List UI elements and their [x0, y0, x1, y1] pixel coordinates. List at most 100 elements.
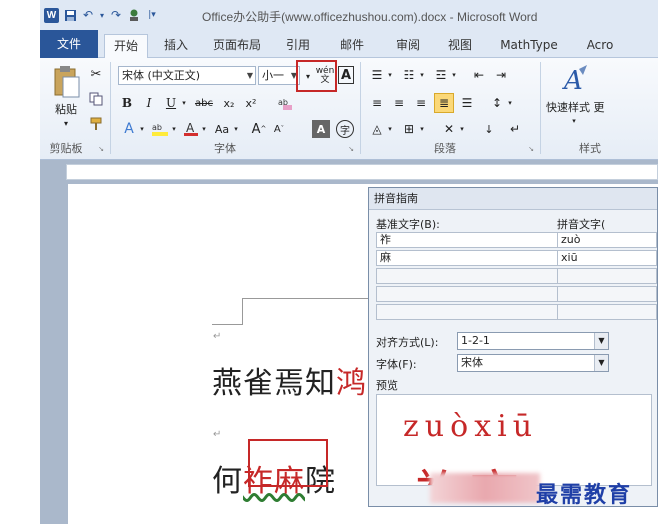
document-line-1[interactable]: 燕雀焉知鸿	[212, 358, 367, 402]
tab-review[interactable]: 审阅	[390, 34, 426, 58]
numbering-dropdown-icon[interactable]: ▾	[418, 68, 426, 82]
bold-button[interactable]: B	[120, 94, 134, 112]
base-text-field-5[interactable]	[376, 304, 558, 320]
redo-icon[interactable]: ↷	[109, 8, 123, 22]
line-spacing-icon[interactable]: ↕	[488, 94, 506, 112]
bullets-icon[interactable]: ☰	[368, 66, 386, 84]
base-text-field-3[interactable]	[376, 268, 558, 284]
font-name-combo[interactable]: 宋体 (中文正文) ▼	[118, 66, 256, 85]
align-center-icon[interactable]: ≡	[390, 94, 408, 112]
ruby-text-field-2[interactable]: xiū	[557, 250, 657, 266]
line-spacing-dropdown-icon[interactable]: ▾	[506, 96, 514, 110]
decrease-indent-icon[interactable]: ⇤	[470, 66, 488, 84]
copy-icon[interactable]	[88, 91, 104, 107]
enclose-characters-icon[interactable]: 字	[336, 120, 354, 138]
ruby-text-field-4[interactable]	[557, 286, 657, 302]
text-effects-icon[interactable]: A	[120, 120, 138, 138]
align-left-icon[interactable]: ≡	[368, 94, 386, 112]
alignment-dropdown-icon[interactable]: ▼	[594, 333, 608, 349]
tab-file[interactable]: 文件	[40, 30, 98, 58]
font-color-dropdown-icon[interactable]: ▾	[200, 122, 208, 136]
highlight-color-icon[interactable]: ab	[150, 120, 170, 138]
format-painter-icon[interactable]	[88, 116, 104, 132]
clipboard-launcher-icon[interactable]: ↘	[96, 144, 106, 154]
subscript-button[interactable]: x₂	[220, 94, 238, 112]
shading-icon[interactable]: ◬	[368, 120, 386, 138]
base-text-field-1[interactable]: 祚	[376, 232, 558, 248]
preview-pinyin: zuòxiū	[403, 409, 539, 444]
paste-dropdown-icon[interactable]: ▾	[58, 118, 74, 128]
numbering-icon[interactable]: ☷	[400, 66, 418, 84]
qat-dropdown-icon[interactable]: |▾	[145, 8, 159, 22]
increase-indent-icon[interactable]: ⇥	[492, 66, 510, 84]
base-text-field-4[interactable]	[376, 286, 558, 302]
character-border-button[interactable]: A	[338, 66, 354, 84]
paste-icon[interactable]	[46, 62, 86, 102]
text-effects-dropdown-icon[interactable]: ▾	[138, 122, 146, 136]
justify-icon[interactable]: ≣	[434, 93, 454, 113]
underline-dropdown-icon[interactable]: ▾	[180, 96, 188, 110]
font-size-combo[interactable]: 小一 ▼	[258, 66, 300, 85]
underline-button[interactable]: U	[164, 94, 178, 112]
ruby-text-field-1[interactable]: zuò	[557, 232, 657, 248]
borders-dropdown-icon[interactable]: ▾	[418, 122, 426, 136]
font-color-icon[interactable]: A	[182, 120, 200, 138]
font-select[interactable]: 宋体 ▼	[457, 354, 609, 372]
sort-icon[interactable]: ↓	[480, 120, 498, 138]
strikethrough-button[interactable]: abc	[192, 94, 216, 112]
ruby-text-field-5[interactable]	[557, 304, 657, 320]
tab-references[interactable]: 引用	[280, 34, 316, 58]
tab-mailings[interactable]: 邮件	[334, 34, 370, 58]
grow-font-button[interactable]: A ^	[250, 120, 268, 138]
customize-icon[interactable]	[127, 8, 141, 22]
save-icon[interactable]	[63, 8, 77, 22]
ruby-text-label: 拼音文字(	[557, 218, 606, 231]
superscript-button[interactable]: x²	[242, 94, 260, 112]
paragraph-launcher-icon[interactable]: ↘	[526, 144, 536, 154]
dialog-title: 拼音指南	[369, 188, 657, 210]
change-case-dropdown-icon[interactable]: ▾	[232, 122, 240, 136]
group-divider	[540, 62, 541, 154]
tab-acrobat[interactable]: Acro	[580, 34, 620, 58]
italic-button[interactable]: I	[142, 94, 156, 112]
quick-styles-icon[interactable]: A	[560, 64, 590, 96]
svg-text:A: A	[186, 121, 195, 135]
shrink-font-label: A	[273, 123, 281, 135]
cut-icon[interactable]: ✂	[88, 66, 104, 82]
show-marks-icon[interactable]: ↵	[506, 120, 524, 138]
shrink-font-button[interactable]: Aˇ	[270, 120, 288, 138]
undo-dropdown-icon[interactable]: ▾	[99, 8, 105, 22]
align-right-icon[interactable]: ≡	[412, 94, 430, 112]
paste-button[interactable]: 粘贴	[50, 102, 82, 116]
horizontal-ruler[interactable]	[66, 164, 658, 180]
tab-page-layout[interactable]: 页面布局	[208, 34, 266, 58]
highlight-dropdown-icon[interactable]: ▾	[170, 122, 178, 136]
tab-view[interactable]: 视图	[442, 34, 478, 58]
undo-icon[interactable]: ↶	[81, 8, 95, 22]
quick-styles-button[interactable]: 快速样式 更	[546, 100, 658, 114]
base-text-field-2[interactable]: 麻	[376, 250, 558, 266]
chinese-layout-icon[interactable]: ✕	[440, 120, 458, 138]
font-name-dropdown-icon[interactable]: ▼	[247, 67, 253, 84]
multilevel-list-icon[interactable]: ☲	[432, 66, 450, 84]
multilevel-dropdown-icon[interactable]: ▾	[450, 68, 458, 82]
shading-dropdown-icon[interactable]: ▾	[386, 122, 394, 136]
borders-icon[interactable]: ⊞	[400, 120, 418, 138]
clear-formatting-icon[interactable]: ab	[276, 94, 294, 112]
ruby-text-field-3[interactable]	[557, 268, 657, 284]
font-dropdown-icon[interactable]: ▼	[594, 355, 608, 371]
change-case-button[interactable]: Aa	[212, 120, 232, 138]
bullets-dropdown-icon[interactable]: ▾	[386, 68, 394, 82]
alignment-value: 1-2-1	[461, 334, 490, 347]
tab-home[interactable]: 开始	[104, 34, 148, 59]
tab-mathtype[interactable]: MathType	[494, 34, 564, 58]
tab-insert[interactable]: 插入	[158, 34, 194, 58]
word-app-icon[interactable]: W	[44, 7, 59, 23]
alignment-select[interactable]: 1-2-1 ▼	[457, 332, 609, 350]
chinese-layout-dropdown-icon[interactable]: ▾	[458, 122, 466, 136]
quick-styles-dropdown-icon[interactable]: ▾	[568, 116, 580, 126]
distributed-icon[interactable]: ☰	[458, 94, 476, 112]
font-launcher-icon[interactable]: ↘	[346, 144, 356, 154]
character-shading-icon[interactable]: A	[312, 120, 330, 138]
paragraph-mark: ↵	[213, 331, 222, 342]
